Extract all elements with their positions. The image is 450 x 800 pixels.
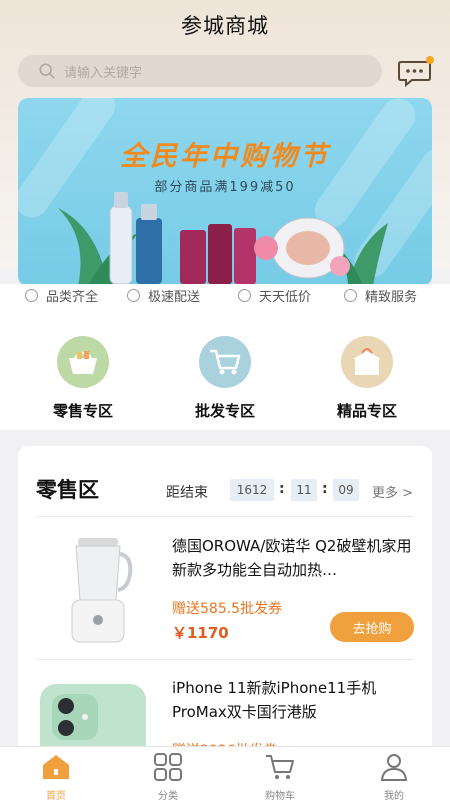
divider [36,516,414,517]
search-input[interactable]: 请输入关键字 [64,62,142,81]
basket-icon [57,336,109,388]
tab-category[interactable]: 分类 [128,753,208,800]
search-icon [39,63,55,79]
promo-banner[interactable]: 全民年中购物节 部分商品满199减50 [18,98,432,286]
cart-icon [266,755,294,779]
circle-icon [127,289,140,302]
tab-mine[interactable]: 我的 [354,753,434,800]
bottom-tab-bar: 首页 分类 购物车 我的 [0,746,450,800]
tab-cart[interactable]: 购物车 [240,753,320,800]
tab-home[interactable]: 首页 [16,753,96,800]
page-title: 参城商城 [181,14,269,38]
zone-premium[interactable]: 精品专区 [312,336,422,421]
feature-strip: 品类齐全 极速配送 天天低价 精致服务 [0,284,450,306]
more-link[interactable]: 更多 > [372,482,413,501]
product-price: ￥1170 [172,624,229,642]
zone-retail[interactable]: 零售专区 [28,336,138,421]
message-button[interactable] [398,56,434,88]
circle-icon [25,289,38,302]
buy-button[interactable]: 去抢购 [330,612,414,642]
grid-icon [154,753,182,781]
circle-icon [238,289,251,302]
gift-box-icon [341,336,393,388]
circle-icon [344,289,357,302]
blender-image [71,538,133,643]
divider [36,659,414,660]
feature-item: 天天低价 [238,286,311,305]
search-bar[interactable]: 请输入关键字 [18,55,382,87]
section-title: 零售区 [36,478,99,502]
cosmetics-illustration [58,192,388,286]
product-name: 德国OROWA/欧诺华 Q2破壁机家用新款多功能全自动加热… [172,537,412,579]
countdown-seconds: 09 [333,479,359,501]
countdown-hours: 1612 [230,479,274,501]
countdown-minutes: 11 [291,479,317,501]
user-icon [380,754,408,781]
product-gift: 赠送585.5批发券 [172,601,283,617]
feature-item: 精致服务 [344,286,417,305]
retail-section: 零售区 距结束 1612 : 11 : 09 更多 > 德国OROWA/欧诺华 … [18,446,432,766]
countdown-label: 距结束 [166,485,208,501]
home-icon [43,755,69,779]
zone-wholesale[interactable]: 批发专区 [170,336,280,421]
product-name: iPhone 11新款iPhone11手机ProMax双卡国行港版 [172,679,377,721]
zone-nav: 零售专区 批发专区 精品专区 [0,306,450,430]
feature-item: 品类齐全 [25,286,98,305]
cart-icon [199,336,251,388]
notification-dot [426,56,434,64]
feature-item: 极速配送 [127,286,200,305]
